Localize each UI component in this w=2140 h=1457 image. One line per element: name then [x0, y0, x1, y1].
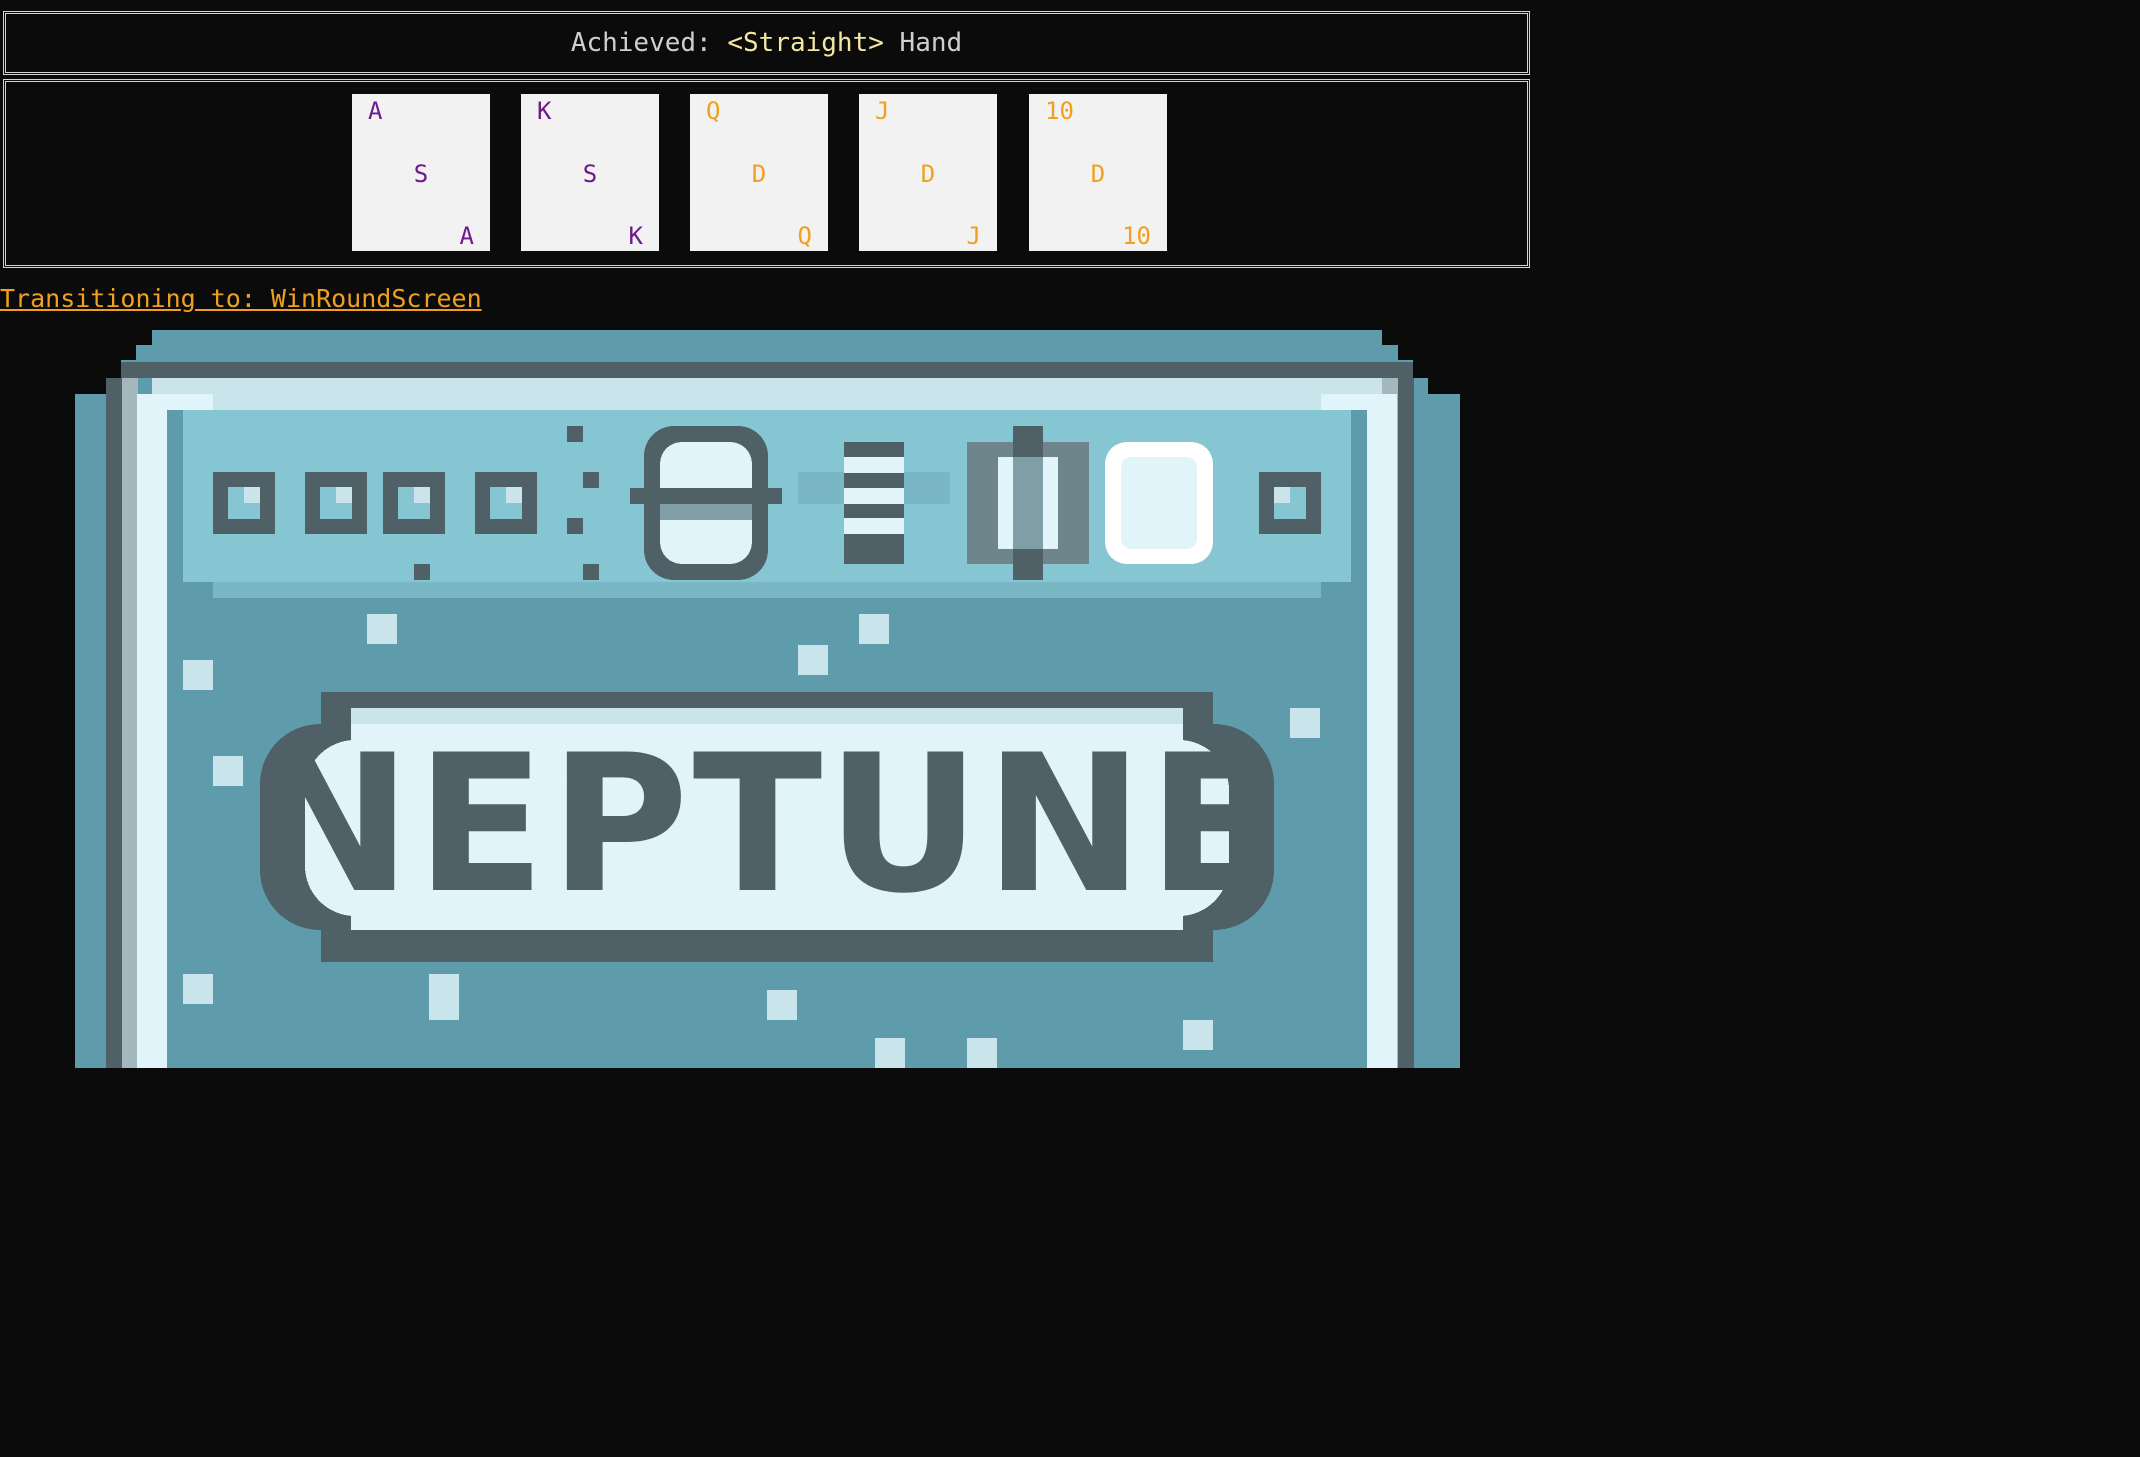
card-rank-top: Q: [706, 97, 721, 125]
card-suit: S: [582, 160, 598, 188]
card-rank-bottom: Q: [797, 222, 812, 250]
card-suit: S: [413, 160, 429, 188]
card-jack-diamonds[interactable]: J D J: [859, 94, 997, 251]
card-rank-bottom: J: [966, 222, 981, 250]
achieved-hand-banner: Achieved: <Straight> Hand: [3, 11, 1530, 75]
planet-name: NEPTUNE: [253, 714, 1282, 935]
card-king-spades[interactable]: K S K: [521, 94, 659, 251]
transition-link[interactable]: Transitioning to: WinRoundScreen: [0, 284, 482, 313]
card-queen-diamonds[interactable]: Q D Q: [690, 94, 828, 251]
card-suit: D: [751, 160, 767, 188]
card-rank-top: 10: [1045, 97, 1074, 125]
card-rank-bottom: K: [628, 222, 643, 250]
card-rank-top: A: [368, 97, 383, 125]
card-rank-top: K: [537, 97, 552, 125]
hand-suffix: Hand: [883, 28, 963, 58]
card-rank-top: J: [875, 97, 890, 125]
card-ace-spades[interactable]: A S A: [352, 94, 490, 251]
neptune-planet-card: NEPTUNE: [75, 330, 1460, 1068]
card-rank-bottom: A: [459, 222, 474, 250]
achieved-label: Achieved:: [570, 28, 728, 58]
card-suit: D: [1090, 160, 1106, 188]
card-suit: D: [920, 160, 936, 188]
hand-name: <Straight>: [727, 28, 884, 58]
card-rank-bottom: 10: [1122, 222, 1151, 250]
card-ten-diamonds[interactable]: 10 D 10: [1029, 94, 1167, 251]
